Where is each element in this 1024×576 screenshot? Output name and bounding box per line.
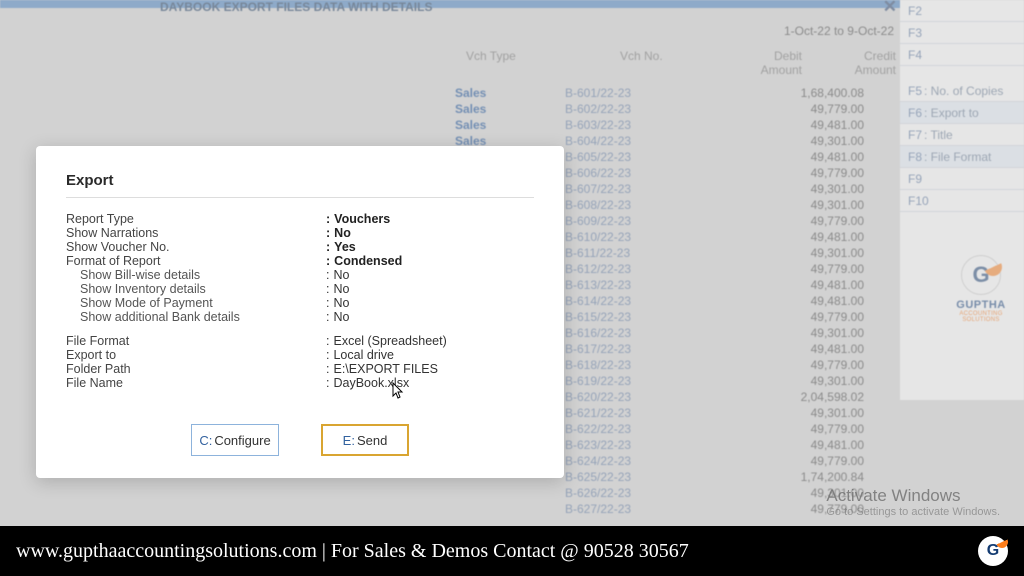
field-label: Report Type — [66, 212, 326, 226]
field-value: :Yes — [326, 240, 534, 254]
field-value: :Condensed — [326, 254, 534, 268]
activate-line1: Activate Windows — [826, 486, 1000, 506]
footer-bar: www.gupthaaccountingsolutions.com | For … — [0, 526, 1024, 576]
configure-prefix: C: — [199, 433, 212, 448]
configure-label: Configure — [214, 433, 270, 448]
field-label: Show additional Bank details — [66, 310, 326, 324]
field-value: :Local drive — [326, 348, 534, 362]
field-value: :No — [326, 310, 534, 324]
send-button[interactable]: E: Send — [321, 424, 409, 456]
dialog-title: Export — [66, 172, 534, 198]
field-value: :Vouchers — [326, 212, 534, 226]
field-label: Export to — [66, 348, 326, 362]
field-label: Format of Report — [66, 254, 326, 268]
field-value: :No — [326, 268, 534, 282]
send-label: Send — [357, 433, 387, 448]
send-prefix: E: — [343, 433, 355, 448]
field-value: :No — [326, 226, 534, 240]
activate-line2: Go to Settings to activate Windows. — [826, 506, 1000, 518]
field-label: Show Inventory details — [66, 282, 326, 296]
field-label: Show Mode of Payment — [66, 296, 326, 310]
activate-windows-watermark: Activate Windows Go to Settings to activ… — [826, 486, 1000, 518]
field-label: Show Bill-wise details — [66, 268, 326, 282]
field-label: File Name — [66, 376, 326, 390]
configure-button[interactable]: C: Configure — [191, 424, 279, 456]
field-label: Show Voucher No. — [66, 240, 326, 254]
footer-logo-icon: G — [978, 536, 1008, 566]
export-dialog: Export Report Type:VouchersShow Narratio… — [36, 146, 564, 478]
field-value: :No — [326, 282, 534, 296]
field-label: File Format — [66, 334, 326, 348]
field-value: :No — [326, 296, 534, 310]
field-value: :DayBook.xlsx — [326, 376, 534, 390]
field-value: :E:\EXPORT FILES — [326, 362, 534, 376]
footer-text: www.gupthaaccountingsolutions.com | For … — [16, 540, 689, 563]
field-label: Folder Path — [66, 362, 326, 376]
field-label: Show Narrations — [66, 226, 326, 240]
field-value: :Excel (Spreadsheet) — [326, 334, 534, 348]
